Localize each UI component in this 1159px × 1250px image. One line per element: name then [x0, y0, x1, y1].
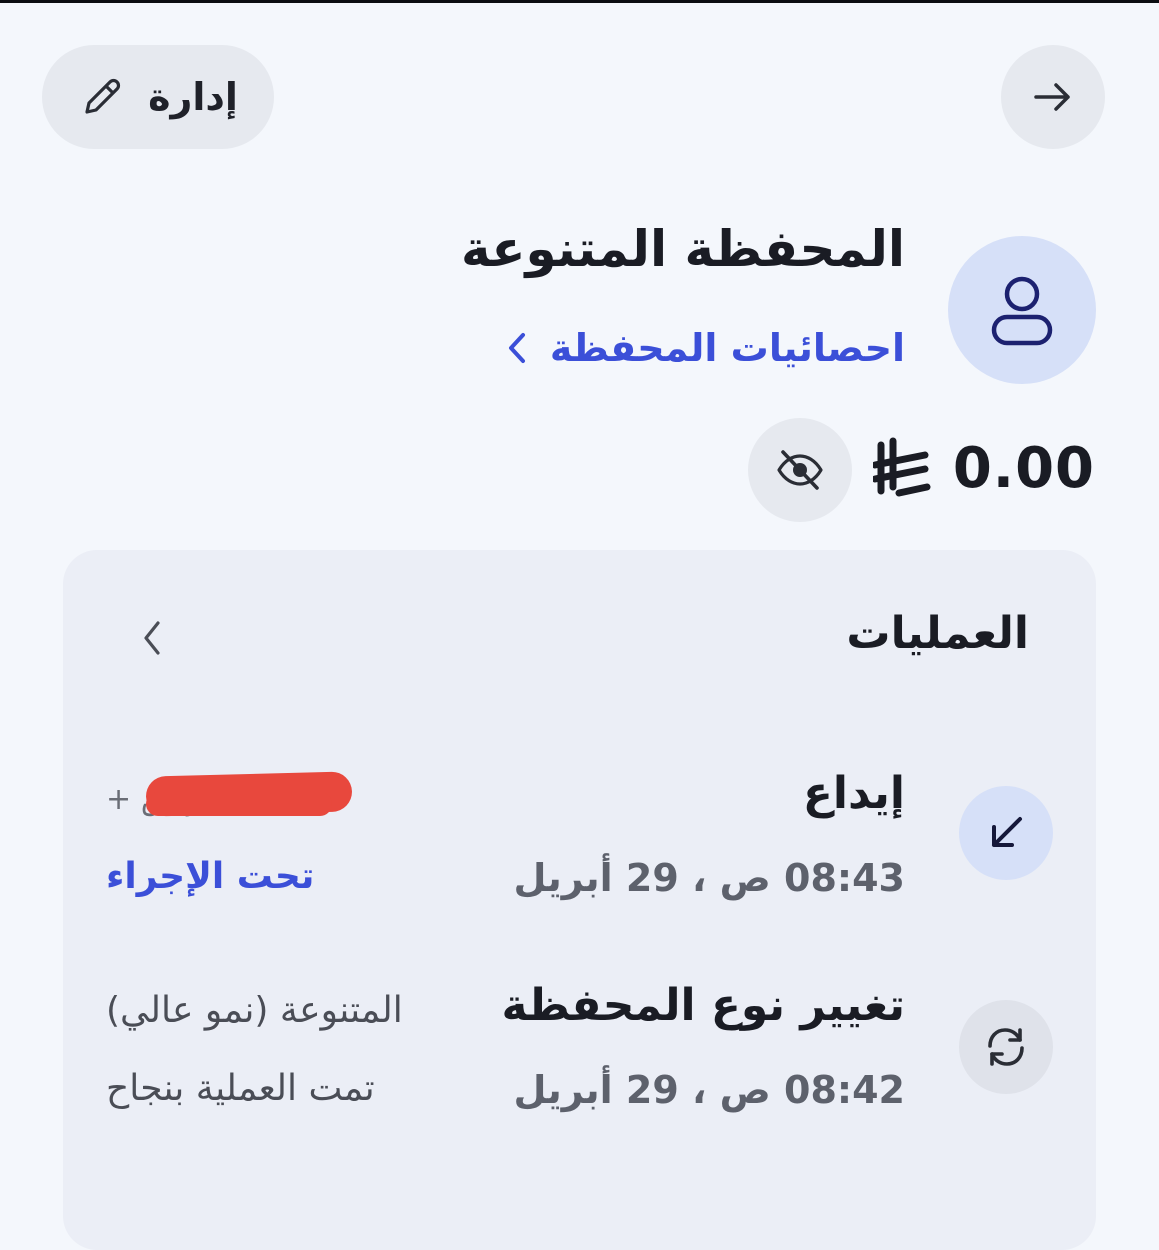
- refresh-icon: [988, 1028, 1024, 1066]
- operation-title: إيداع: [802, 768, 905, 819]
- operations-view-all-button[interactable]: [134, 618, 170, 658]
- top-divider: [0, 0, 1159, 3]
- toggle-balance-visibility-button[interactable]: [748, 418, 852, 522]
- operations-title: العمليات: [846, 608, 1029, 659]
- manage-button[interactable]: إدارة: [42, 45, 274, 149]
- balance-value: 0.00: [952, 436, 1095, 501]
- operation-time: 08:42 ص ، 29 أبريل: [513, 1068, 905, 1112]
- redaction-mark: [146, 792, 332, 816]
- back-button[interactable]: [1001, 45, 1105, 149]
- saudi-riyal-icon: [872, 437, 931, 496]
- manage-label: إدارة: [148, 75, 238, 119]
- chevron-left-icon: [508, 333, 525, 363]
- chevron-left-icon: [144, 621, 160, 655]
- arrow-right-icon: [1034, 83, 1070, 111]
- portfolio-avatar: [948, 236, 1096, 384]
- portfolio-stats-label: احصائيات المحفظة: [549, 326, 905, 370]
- deposit-icon-badge: [959, 786, 1053, 880]
- pencil-icon: [85, 78, 121, 114]
- operation-status-success: تمت العملية بنجاح: [106, 1068, 375, 1109]
- portfolio-stats-link[interactable]: احصائيات المحفظة: [506, 326, 905, 370]
- balance-row: 0.00: [872, 436, 1095, 501]
- portfolio-title: المحفظة المتنوعة: [461, 220, 905, 278]
- eye-off-icon: [777, 450, 823, 490]
- operation-title: تغيير نوع المحفظة: [501, 980, 905, 1031]
- arrow-down-left-icon: [992, 817, 1022, 847]
- operation-time: 08:43 ص ، 29 أبريل: [513, 856, 905, 900]
- operation-detail: المتنوعة (نمو عالي): [106, 990, 403, 1031]
- change-type-icon-badge: [959, 1000, 1053, 1094]
- user-icon: [991, 276, 1053, 346]
- operation-status-pending: تحت الإجراء: [106, 856, 315, 897]
